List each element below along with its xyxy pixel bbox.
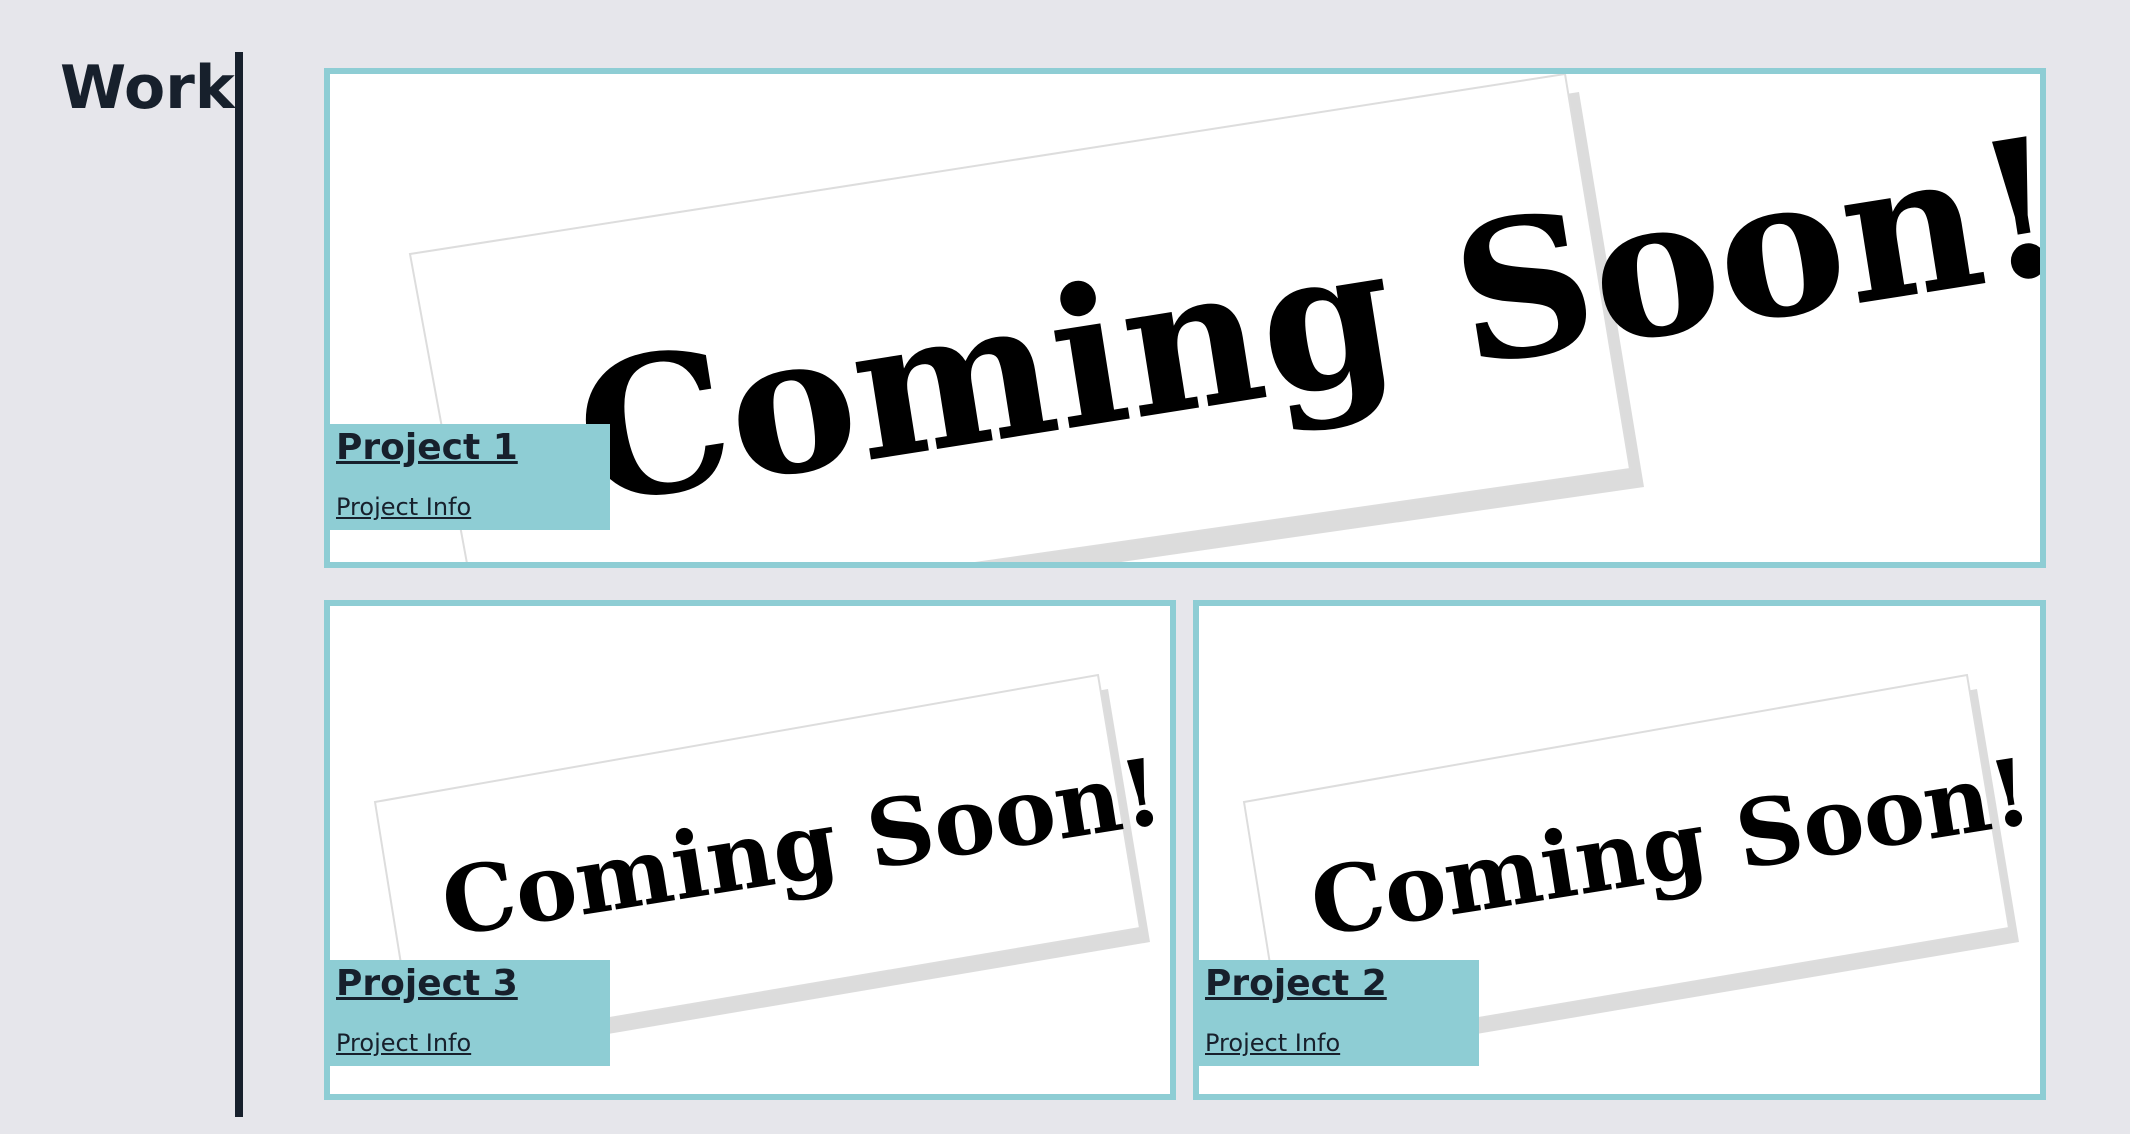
section-title: Work: [60, 53, 235, 123]
project-info-link[interactable]: Project Info: [336, 492, 471, 522]
project-title-link[interactable]: Project 3: [336, 960, 518, 1008]
project-label: Project 2 Project Info: [1199, 960, 1479, 1066]
project-title-link[interactable]: Project 1: [336, 424, 518, 472]
project-info-link[interactable]: Project Info: [1205, 1028, 1340, 1058]
project-label: Project 1 Project Info: [330, 424, 610, 530]
project-card-2[interactable]: Coming Soon! Project 2 Project Info: [1193, 600, 2046, 1100]
work-page: Work Coming Soon! Project 1 Project Info…: [0, 0, 2130, 1134]
project-info-link[interactable]: Project Info: [336, 1028, 471, 1058]
vertical-divider: [235, 52, 243, 1117]
project-card-3[interactable]: Coming Soon! Project 3 Project Info: [324, 600, 1176, 1100]
project-label: Project 3 Project Info: [330, 960, 610, 1066]
project-title-link[interactable]: Project 2: [1205, 960, 1387, 1008]
project-card-1[interactable]: Coming Soon! Project 1 Project Info: [324, 68, 2046, 568]
